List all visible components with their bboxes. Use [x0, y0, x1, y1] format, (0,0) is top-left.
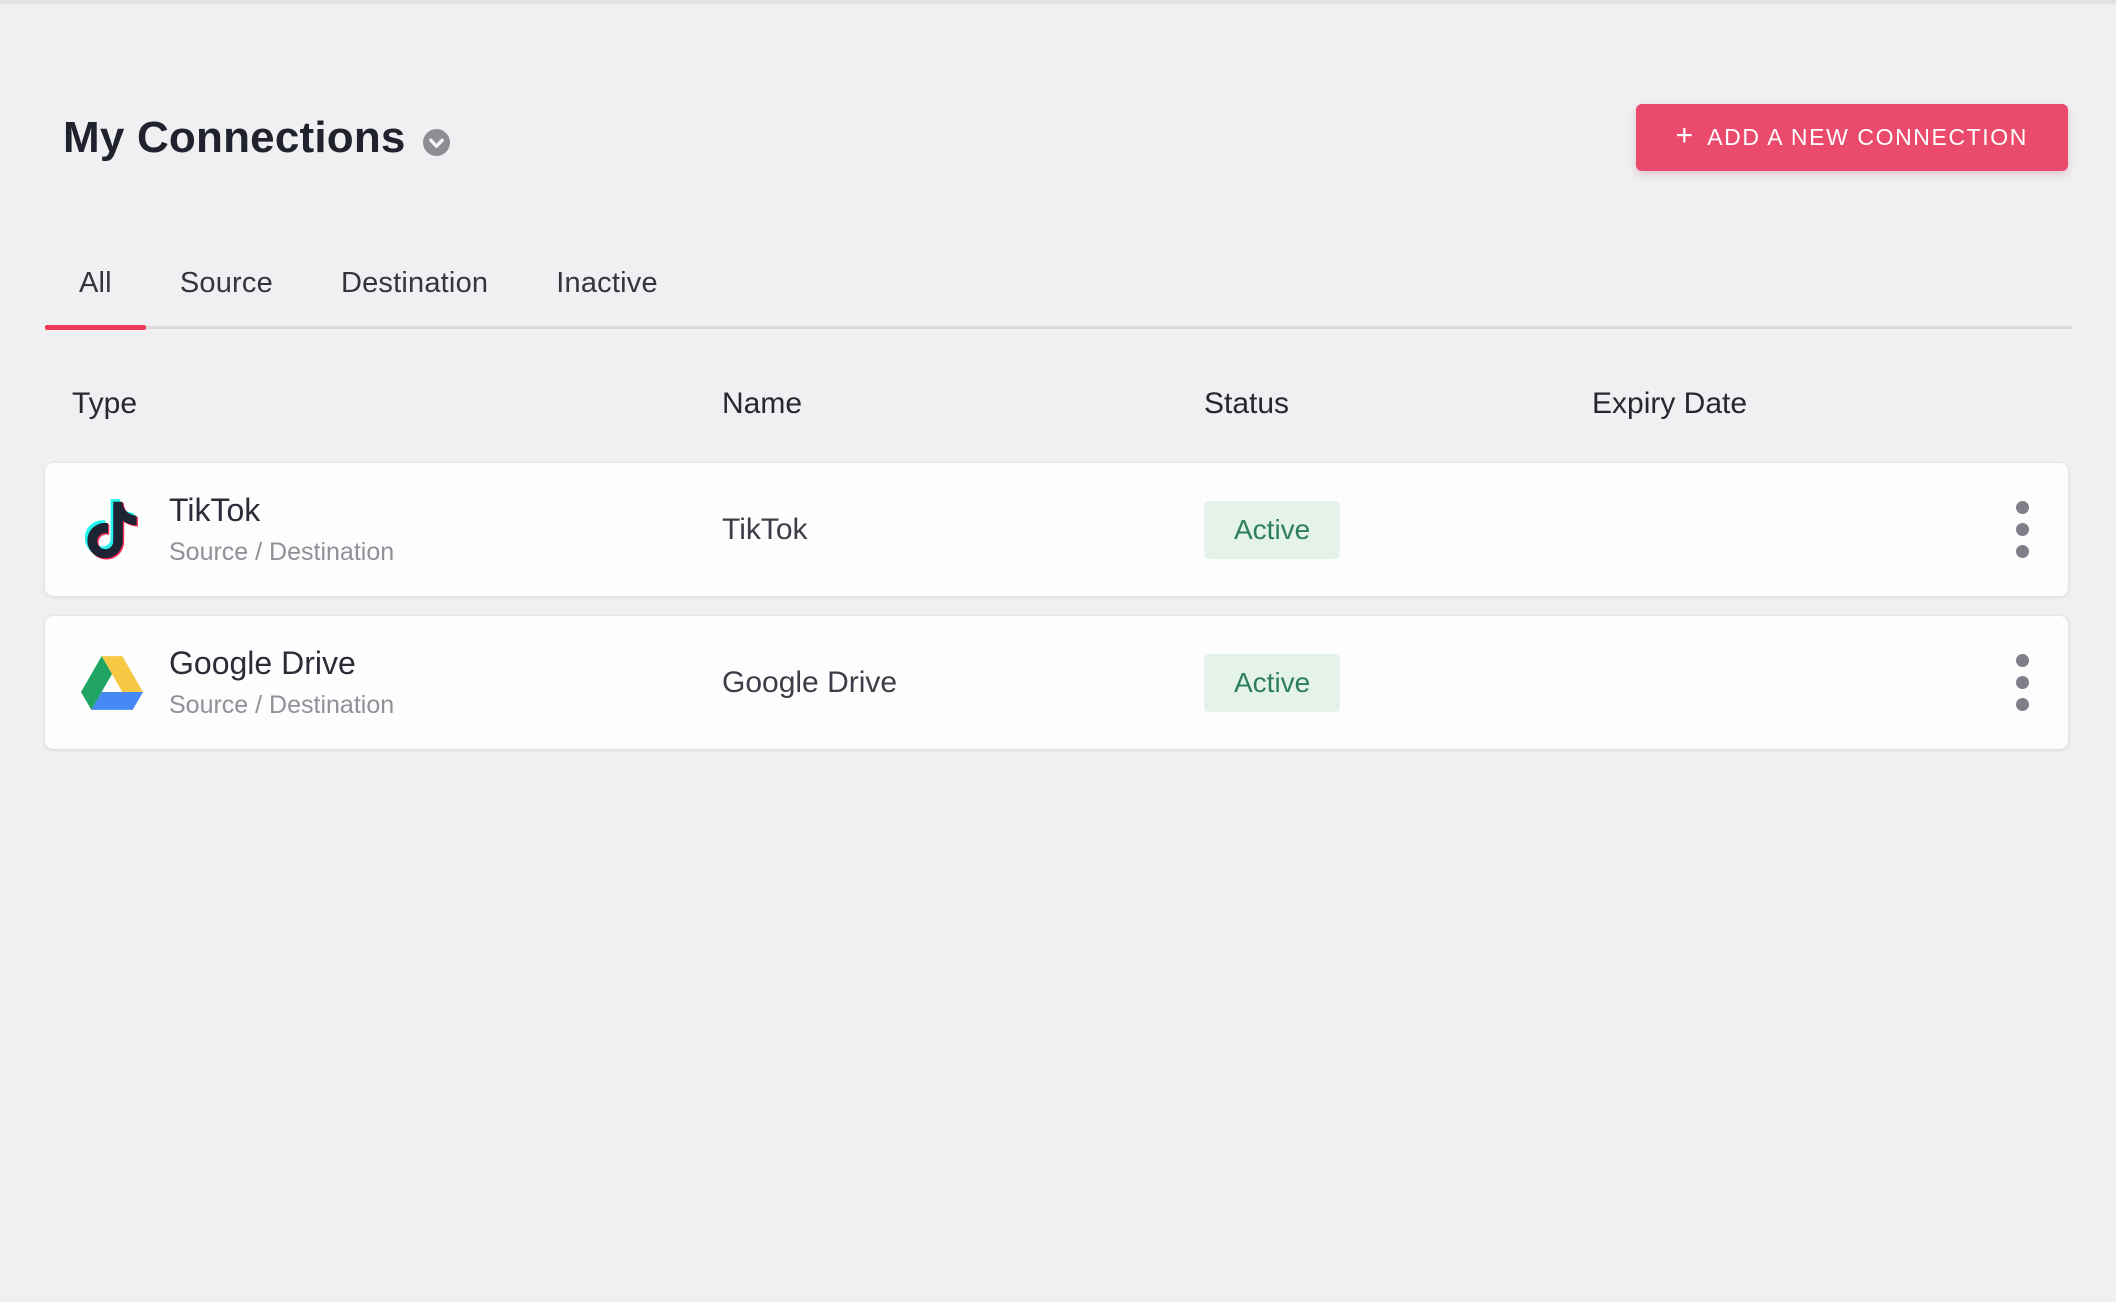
type-cell: TikTok Source / Destination [45, 492, 722, 567]
name-cell: TikTok [722, 513, 1204, 547]
column-header-type: Type [45, 387, 722, 421]
circle-chevron-check-icon[interactable] [422, 128, 451, 157]
status-cell: Active [1204, 501, 1592, 559]
page-title: My Connections [63, 113, 406, 163]
tiktok-icon [81, 494, 143, 566]
status-cell: Active [1204, 654, 1592, 712]
type-text: TikTok Source / Destination [169, 492, 394, 567]
my-connections-page: My Connections + ADD A NEW CONNECTION Al… [0, 0, 2116, 1302]
top-edge-divider [0, 0, 2116, 4]
add-button-label: ADD A NEW CONNECTION [1707, 124, 2028, 151]
connection-direction-label: Source / Destination [169, 538, 394, 567]
connection-type-label: TikTok [169, 492, 394, 529]
column-header-status: Status [1204, 387, 1592, 421]
column-header-expiry-date: Expiry Date [1592, 387, 1998, 421]
connection-type-label: Google Drive [169, 645, 394, 682]
connection-filter-tabs: All Source Destination Inactive [45, 267, 2072, 329]
tab-all[interactable]: All [45, 267, 146, 326]
connection-direction-label: Source / Destination [169, 691, 394, 720]
google-drive-icon [81, 647, 143, 719]
name-cell: Google Drive [722, 666, 1204, 700]
page-header: My Connections + ADD A NEW CONNECTION [63, 104, 2068, 171]
status-badge: Active [1204, 501, 1340, 559]
title-wrap: My Connections [63, 113, 451, 163]
table-row-google-drive[interactable]: Google Drive Source / Destination Google… [45, 616, 2068, 749]
type-text: Google Drive Source / Destination [169, 645, 394, 720]
add-new-connection-button[interactable]: + ADD A NEW CONNECTION [1636, 104, 2068, 171]
tab-inactive[interactable]: Inactive [522, 267, 692, 326]
plus-icon: + [1676, 119, 1694, 153]
kebab-menu-icon[interactable] [1998, 638, 2046, 728]
type-cell: Google Drive Source / Destination [45, 645, 722, 720]
tab-source[interactable]: Source [146, 267, 307, 326]
connections-list: TikTok Source / Destination TikTok Activ… [45, 463, 2068, 749]
tab-destination[interactable]: Destination [307, 267, 522, 326]
table-row-tiktok[interactable]: TikTok Source / Destination TikTok Activ… [45, 463, 2068, 596]
status-badge: Active [1204, 654, 1340, 712]
column-header-name: Name [722, 387, 1204, 421]
kebab-menu-icon[interactable] [1998, 485, 2046, 575]
table-header: Type Name Status Expiry Date [45, 387, 2068, 421]
